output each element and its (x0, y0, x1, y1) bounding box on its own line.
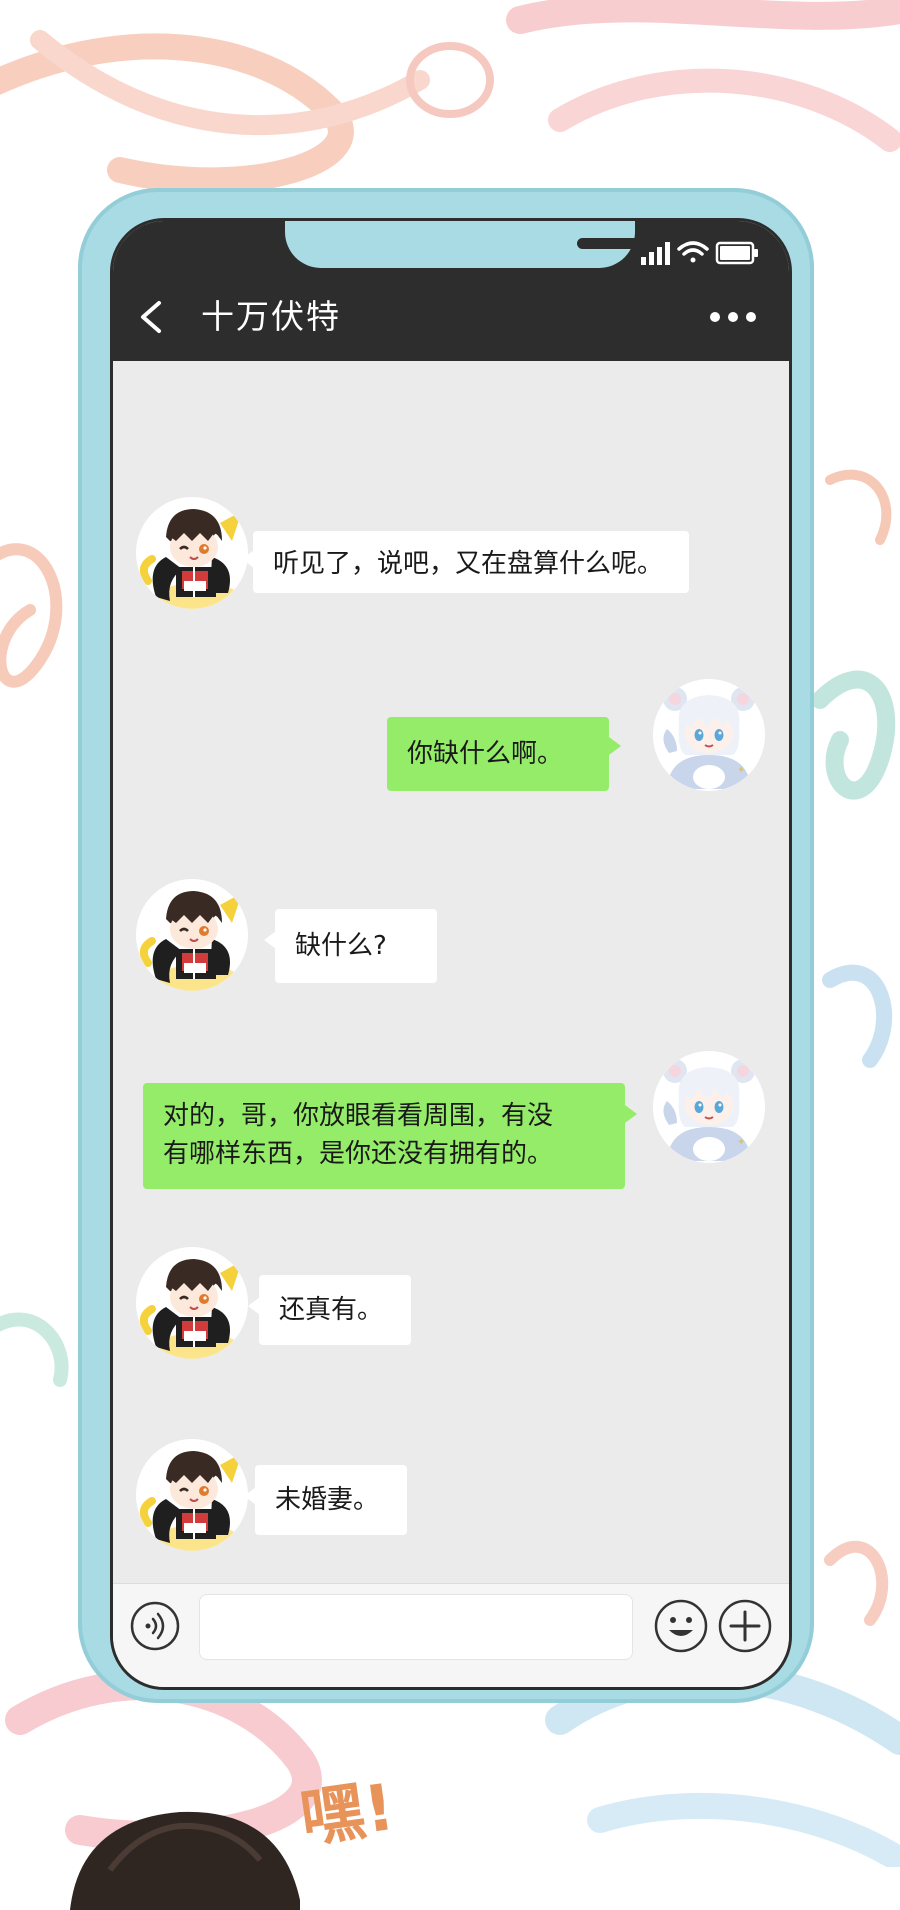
dark-hair-boy-avatar[interactable] (136, 1247, 248, 1359)
bubble-tail (625, 1105, 637, 1123)
message-input[interactable] (199, 1594, 633, 1660)
signal-icon (641, 242, 670, 265)
message-row-received: 听见了，说吧，又在盘算什么呢。 (113, 361, 789, 609)
message-list: ✦ 听见了，说吧，又在盘算什么呢。 你缺什么啊。 (113, 361, 789, 1561)
bubble-tail (609, 737, 621, 755)
chat-title: 十万伏特 (201, 297, 341, 336)
message-bubble[interactable]: 对的，哥，你放眼看看周围，有没 有哪样东西，是你还没有拥有的。 (143, 1083, 625, 1189)
chevron-left-icon[interactable] (133, 297, 173, 337)
chat-header: 十万伏特 (113, 273, 789, 361)
plus-icon[interactable] (717, 1598, 773, 1654)
chat-input-bar (113, 1583, 789, 1687)
message-bubble[interactable]: 未婚妻。 (255, 1465, 407, 1535)
phone-screen: 十万伏特 听见了，说吧，又在盘算什么呢。 你缺什么啊。 缺什么? 对的，哥，你放… (110, 218, 792, 1690)
dark-hair-boy-avatar[interactable] (136, 497, 248, 609)
status-icons (641, 241, 758, 265)
exclamation-text: 嘿! (296, 1770, 399, 1858)
battery-icon (715, 241, 758, 265)
message-line: 有哪样东西，是你还没有拥有的。 (163, 1139, 554, 1169)
message-bubble[interactable]: 听见了，说吧，又在盘算什么呢。 (253, 531, 689, 593)
message-row-received: 未婚妻。 (113, 361, 789, 1551)
dark-hair-boy-avatar[interactable] (136, 1439, 248, 1551)
wifi-icon (677, 241, 709, 263)
dark-hair-boy-avatar[interactable] (136, 879, 248, 991)
white-hair-boy-avatar[interactable] (653, 679, 765, 791)
message-line: 对的，哥，你放眼看看周围，有没 (163, 1101, 554, 1131)
character-hair-peek (70, 1811, 300, 1910)
voice-icon[interactable] (129, 1600, 181, 1652)
status-bar (113, 221, 789, 273)
more-dots-icon[interactable] (705, 299, 761, 335)
message-bubble[interactable]: 你缺什么啊。 (387, 717, 609, 791)
emoji-icon[interactable] (653, 1598, 709, 1654)
message-bubble[interactable]: 还真有。 (259, 1275, 411, 1345)
white-hair-boy-avatar[interactable] (653, 1051, 765, 1163)
phone-notch (285, 221, 707, 268)
message-bubble[interactable]: 缺什么? (275, 909, 437, 983)
